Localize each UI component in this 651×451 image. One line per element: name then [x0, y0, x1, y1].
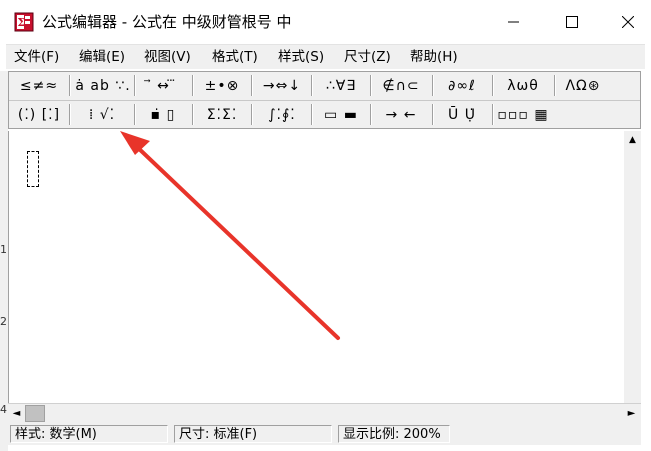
subscript-superscript-templates-button[interactable]: ▪̇ ▯ — [137, 103, 189, 126]
arrows-palette-button[interactable]: →⇔↓ — [255, 74, 309, 97]
toolbar-separator — [492, 104, 494, 125]
toolbar-separator — [432, 104, 434, 125]
horizontal-scrollbar[interactable]: ◄ ► — [8, 403, 641, 423]
toolbar-separator — [251, 75, 253, 96]
toolbar-separator — [69, 75, 71, 96]
scroll-up-arrow-icon: ▲ — [629, 134, 636, 145]
toolbar-separator — [492, 75, 494, 96]
scroll-left-arrow-icon: ◄ — [12, 408, 21, 419]
equation-editor-window: Σ 公式编辑器 - 公式在 中级财管根号 中 文件(F) 编辑(E) 视图(V)… — [0, 0, 651, 451]
toolbar-separator — [554, 75, 556, 96]
fence-templates-button[interactable]: (⁚) [⁚] — [12, 103, 66, 126]
close-button[interactable] — [605, 0, 651, 44]
status-style: 样式: 数学(M) — [10, 425, 168, 443]
fraction-radical-templates-button[interactable]: ⁞ √⁚ — [73, 103, 131, 126]
minimize-button[interactable] — [491, 0, 537, 44]
side-number-4: 4 — [0, 403, 7, 416]
menu-format[interactable]: 格式(T) — [212, 48, 258, 66]
spaces-ellipses-palette-button[interactable]: ȧ ab ∵. — [73, 74, 133, 97]
toolbar-separator — [311, 104, 313, 125]
empty-slot-placeholder[interactable] — [27, 151, 39, 187]
template-palette-row: (⁚) [⁚] ⁞ √⁚ ▪̇ ▯ Σ⁚Σ⁚ ∫⁚∮⁚ ▭ ▬ → ← Ū Ụ̇… — [9, 100, 640, 128]
menu-size[interactable]: 尺寸(Z) — [344, 48, 391, 66]
title-bar[interactable]: Σ 公式编辑器 - 公式在 中级财管根号 中 — [0, 0, 651, 44]
labeled-arrow-templates-button[interactable]: → ← — [373, 103, 429, 126]
side-number-2: 2 — [0, 315, 7, 328]
equation-editor-app-icon: Σ — [14, 12, 34, 32]
side-number-1: 1 — [0, 243, 7, 256]
toolbar-separator — [69, 104, 71, 125]
status-bar: 样式: 数学(M) 尺寸: 标准(F) 显示比例: 200% — [8, 423, 641, 445]
misc-symbols-palette-button[interactable]: ∂∞ℓ — [435, 74, 489, 97]
symbol-toolbar: ≤≠≈ ȧ ab ∵. ⃗ ↔ ⃛ ±•⊗ →⇔↓ ∴∀∃ ∉∩⊂ ∂∞ℓ λω… — [8, 71, 641, 129]
underbar-overbar-templates-button[interactable]: ▭ ▬ — [314, 103, 368, 126]
scroll-right-arrow-icon: ► — [627, 408, 636, 419]
maximize-button[interactable] — [549, 0, 595, 44]
menu-style[interactable]: 样式(S) — [278, 48, 324, 66]
window-title: 公式编辑器 - 公式在 中级财管根号 中 — [42, 13, 292, 31]
menu-view[interactable]: 视图(V) — [144, 48, 191, 66]
menu-edit[interactable]: 编辑(E) — [79, 48, 125, 66]
svg-text:Σ: Σ — [17, 16, 25, 29]
minimize-icon — [508, 21, 519, 23]
menu-bar: 文件(F) 编辑(E) 视图(V) 格式(T) 样式(S) 尺寸(Z) 帮助(H… — [6, 44, 645, 69]
left-ruler-strip: 1 2 4 — [0, 71, 8, 451]
greek-lowercase-palette-button[interactable]: λωθ — [495, 74, 551, 97]
embellishments-palette-button[interactable]: ⃗ ↔ ⃛ — [137, 74, 189, 97]
close-icon — [622, 16, 634, 28]
scroll-right-button[interactable]: ► — [623, 404, 640, 423]
summation-templates-button[interactable]: Σ⁚Σ⁚ — [196, 103, 248, 126]
toolbar-separator — [311, 75, 313, 96]
products-set-templates-button[interactable]: Ū Ụ̇ — [435, 103, 489, 126]
toolbar-separator — [134, 75, 136, 96]
menu-file[interactable]: 文件(F) — [14, 48, 59, 66]
logic-palette-button[interactable]: ∴∀∃ — [314, 74, 368, 97]
status-size: 尺寸: 标准(F) — [174, 425, 332, 443]
scroll-left-button[interactable]: ◄ — [8, 404, 25, 423]
toolbar-separator — [134, 104, 136, 125]
operators-palette-button[interactable]: ±•⊗ — [196, 74, 248, 97]
menu-help[interactable]: 帮助(H) — [410, 48, 458, 66]
scroll-up-button[interactable]: ▲ — [624, 131, 641, 148]
set-theory-palette-button[interactable]: ∉∩⊂ — [373, 74, 429, 97]
symbol-palette-row: ≤≠≈ ȧ ab ∵. ⃗ ↔ ⃛ ±•⊗ →⇔↓ ∴∀∃ ∉∩⊂ ∂∞ℓ λω… — [9, 72, 640, 99]
matrix-templates-button[interactable]: ▫▫▫ ▦ — [495, 103, 551, 126]
greek-uppercase-palette-button[interactable]: ΛΩ⊛ — [557, 74, 609, 97]
vertical-scrollbar[interactable]: ▲ — [624, 131, 641, 403]
integral-templates-button[interactable]: ∫⁚∮⁚ — [255, 103, 309, 126]
toolbar-separator — [432, 75, 434, 96]
equation-edit-area[interactable] — [8, 131, 642, 403]
toolbar-separator — [192, 75, 194, 96]
scroll-thumb[interactable] — [25, 405, 45, 422]
toolbar-separator — [370, 104, 372, 125]
maximize-icon — [566, 16, 578, 28]
toolbar-separator — [192, 104, 194, 125]
toolbar-separator — [251, 104, 253, 125]
toolbar-separator — [370, 75, 372, 96]
relations-palette-button[interactable]: ≤≠≈ — [12, 74, 66, 97]
status-zoom: 显示比例: 200% — [338, 425, 450, 443]
